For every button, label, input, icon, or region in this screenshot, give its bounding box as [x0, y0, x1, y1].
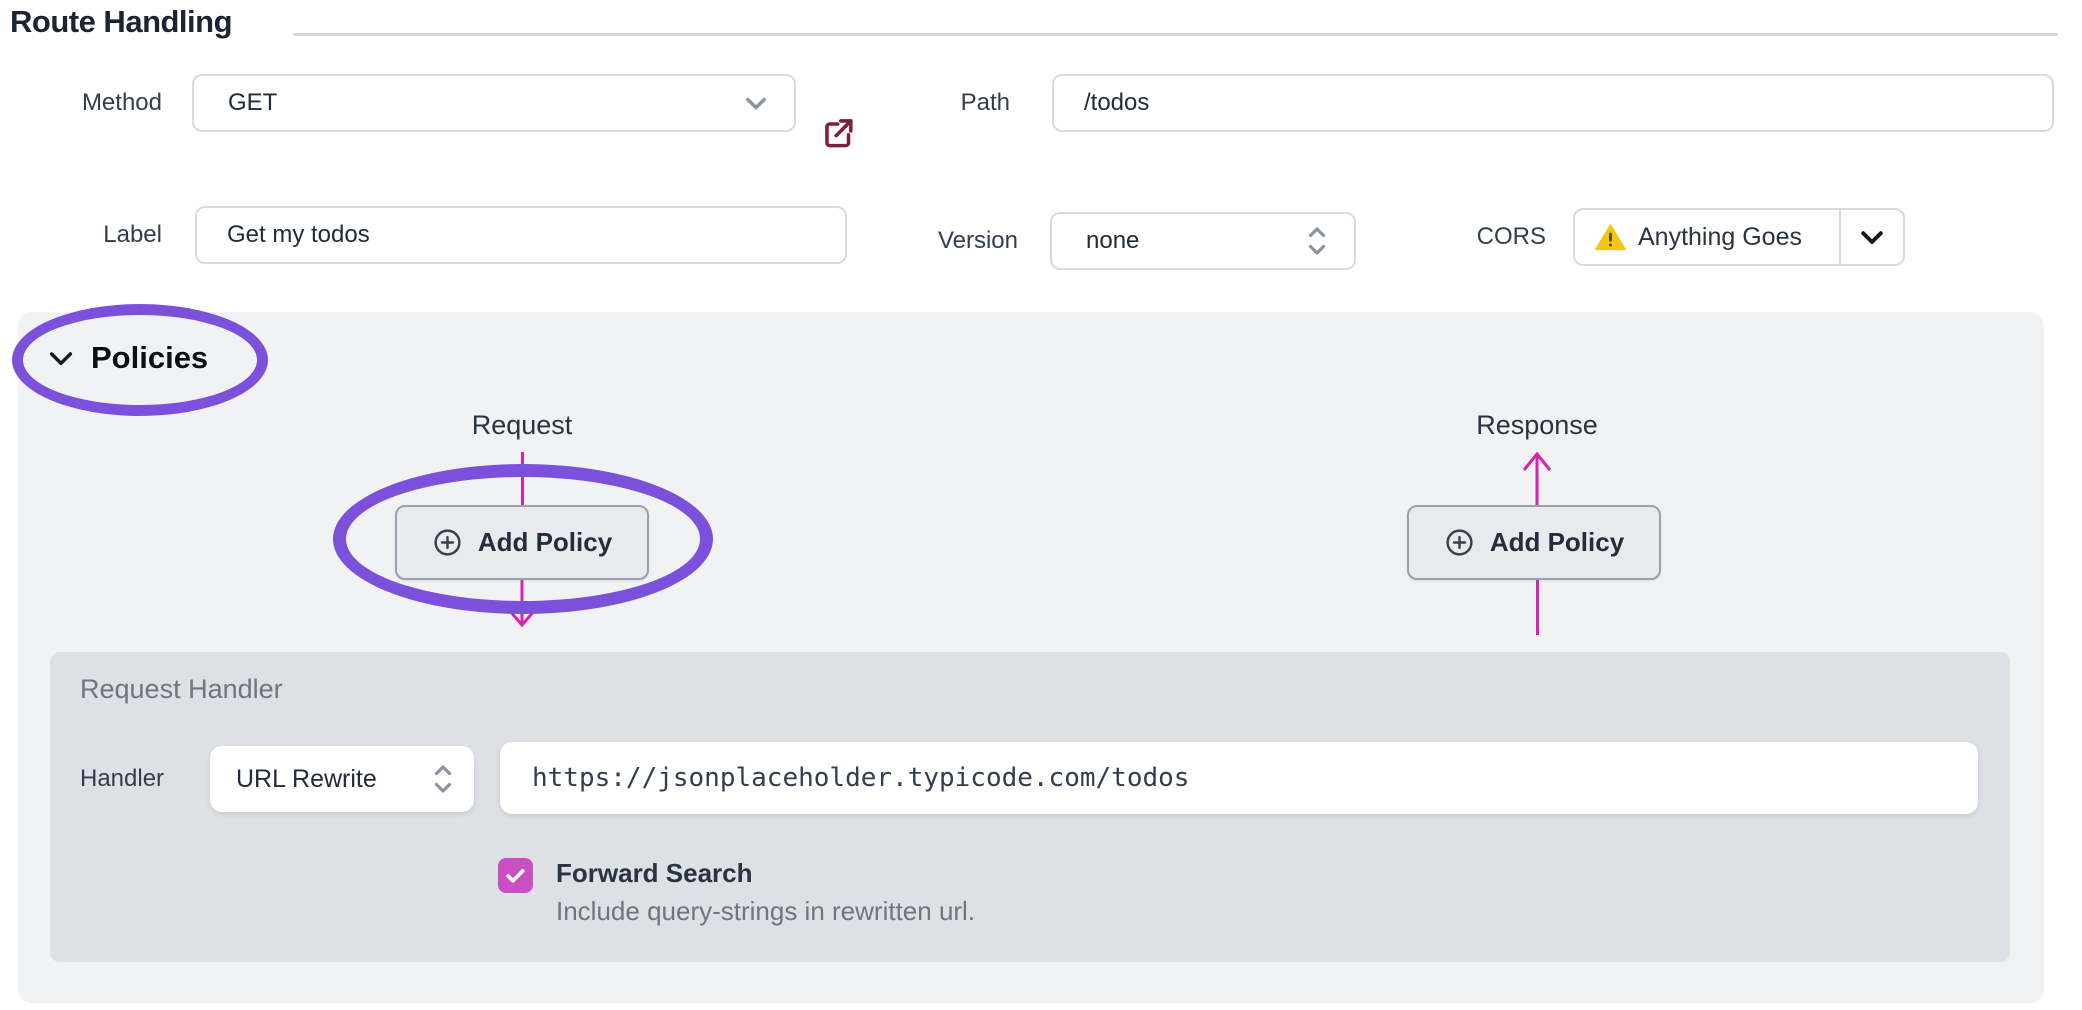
rewrite-url-input[interactable]: [500, 742, 1978, 814]
updown-chevrons-icon: [430, 762, 456, 796]
chevron-down-icon: [742, 89, 770, 117]
handler-type-select[interactable]: URL Rewrite: [210, 746, 474, 812]
page-title: Route Handling: [10, 4, 232, 40]
plus-circle-icon: [1444, 527, 1475, 558]
method-label: Method: [40, 74, 162, 132]
path-label: Path: [918, 74, 1010, 132]
request-flow-arrow-down: [502, 580, 542, 628]
version-label: Version: [880, 212, 1018, 270]
forward-search-label: Forward Search: [556, 858, 753, 889]
handler-label: Handler: [80, 746, 210, 812]
forward-search-checkbox[interactable]: [498, 858, 533, 893]
path-input[interactable]: [1054, 76, 2052, 130]
handler-type-value: URL Rewrite: [210, 765, 430, 794]
policies-collapse-toggle[interactable]: Policies: [45, 340, 208, 376]
updown-chevrons-icon: [1304, 224, 1330, 258]
request-handler-title: Request Handler: [80, 674, 283, 705]
rewrite-url-field: [500, 742, 1978, 814]
cors-current-value[interactable]: Anything Goes: [1575, 210, 1839, 264]
response-flow-line-bottom: [1536, 580, 1539, 635]
cors-label: CORS: [1428, 208, 1546, 266]
policies-title: Policies: [91, 340, 208, 376]
external-link-icon[interactable]: [820, 114, 857, 151]
warning-triangle-icon: [1595, 222, 1626, 253]
request-add-policy-label: Add Policy: [478, 527, 612, 558]
route-label-input[interactable]: [197, 208, 845, 262]
title-divider: [293, 33, 2058, 36]
response-add-policy-label: Add Policy: [1490, 527, 1624, 558]
request-flow-heading: Request: [422, 410, 622, 441]
response-add-policy-button[interactable]: Add Policy: [1407, 505, 1661, 580]
cors-dropdown[interactable]: Anything Goes: [1573, 208, 1905, 266]
chevron-down-icon: [1857, 222, 1887, 252]
version-value: none: [1052, 227, 1304, 255]
request-flow-line-top: [521, 452, 524, 505]
response-flow-heading: Response: [1437, 410, 1637, 441]
route-label-field: [195, 206, 847, 264]
path-field: [1052, 74, 2054, 132]
request-add-policy-button[interactable]: Add Policy: [395, 505, 649, 580]
method-select[interactable]: GET: [192, 74, 796, 132]
method-value: GET: [194, 89, 742, 117]
forward-search-description: Include query-strings in rewritten url.: [556, 896, 975, 927]
route-handling-page: Route Handling Method GET Path Label Ver…: [0, 0, 2082, 1010]
cors-expand-button[interactable]: [1839, 210, 1903, 264]
plus-circle-icon: [432, 527, 463, 558]
response-flow-arrow-up: [1517, 450, 1557, 505]
checkmark-icon: [503, 863, 528, 888]
chevron-down-icon: [45, 342, 77, 374]
version-select[interactable]: none: [1050, 212, 1356, 270]
route-label-label: Label: [40, 206, 162, 264]
cors-value-text: Anything Goes: [1638, 223, 1802, 252]
